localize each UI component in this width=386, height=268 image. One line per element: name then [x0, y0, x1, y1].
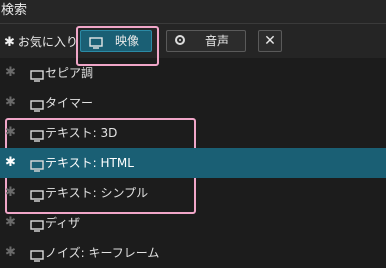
- favorite-star-icon[interactable]: ✱: [5, 216, 16, 230]
- effect-list-item[interactable]: ✱ テキスト: HTML: [0, 148, 386, 178]
- monitor-icon: [30, 187, 44, 206]
- video-filter-button[interactable]: 映像: [80, 30, 152, 52]
- effect-list-item[interactable]: ✱ テキスト: 3D: [0, 118, 386, 148]
- favorites-filter[interactable]: ✱ お気に入り: [4, 33, 78, 51]
- effect-name: テキスト: HTML: [45, 156, 134, 170]
- monitor-icon: [30, 127, 44, 146]
- radio-icon: [175, 35, 185, 45]
- monitor-icon: [30, 157, 44, 176]
- monitor-icon: [89, 35, 103, 55]
- effect-list-item[interactable]: ✱ ノイズ: キーフレーム: [0, 238, 386, 268]
- monitor-icon: [30, 67, 44, 86]
- favorites-label: お気に入り: [17, 35, 78, 49]
- effect-list-item[interactable]: ✱ セピア調: [0, 58, 386, 88]
- monitor-icon: [30, 247, 44, 266]
- favorite-star-icon[interactable]: ✱: [5, 246, 16, 260]
- filter-toolbar: ✱ お気に入り 映像 音声 ✕: [0, 24, 386, 58]
- close-icon: ✕: [264, 33, 276, 49]
- monitor-icon: [30, 217, 44, 236]
- effect-list-item[interactable]: ✱ テキスト: シンプル: [0, 178, 386, 208]
- favorite-star-icon[interactable]: ✱: [5, 96, 16, 110]
- video-filter-label: 映像: [115, 34, 140, 48]
- favorite-star-icon[interactable]: ✱: [5, 156, 16, 170]
- effect-list[interactable]: ✱ セピア調 ✱ タイマー ✱ テキスト: 3D ✱ テキスト: HTML ✱ テキスト: シンプ…: [0, 58, 386, 268]
- favorite-star-icon[interactable]: ✱: [5, 66, 16, 80]
- favorite-star-icon[interactable]: ✱: [5, 126, 16, 140]
- effect-name: テキスト: シンプル: [45, 186, 149, 200]
- effect-name: ノイズ: キーフレーム: [45, 246, 160, 260]
- effect-name: テキスト: 3D: [45, 126, 118, 140]
- effect-name: ディザ: [45, 216, 81, 230]
- effect-list-item[interactable]: ✱ ディザ: [0, 208, 386, 238]
- favorite-star-icon[interactable]: ✱: [5, 186, 16, 200]
- clear-filter-button[interactable]: ✕: [258, 30, 282, 52]
- audio-filter-button[interactable]: 音声: [166, 30, 246, 52]
- effect-name: セピア調: [45, 66, 94, 80]
- monitor-icon: [30, 97, 44, 116]
- effect-list-item[interactable]: ✱ タイマー: [0, 88, 386, 118]
- audio-filter-label: 音声: [205, 34, 230, 48]
- star-icon: ✱: [4, 35, 15, 50]
- search-label: 検索: [0, 0, 386, 24]
- effect-name: タイマー: [45, 96, 94, 110]
